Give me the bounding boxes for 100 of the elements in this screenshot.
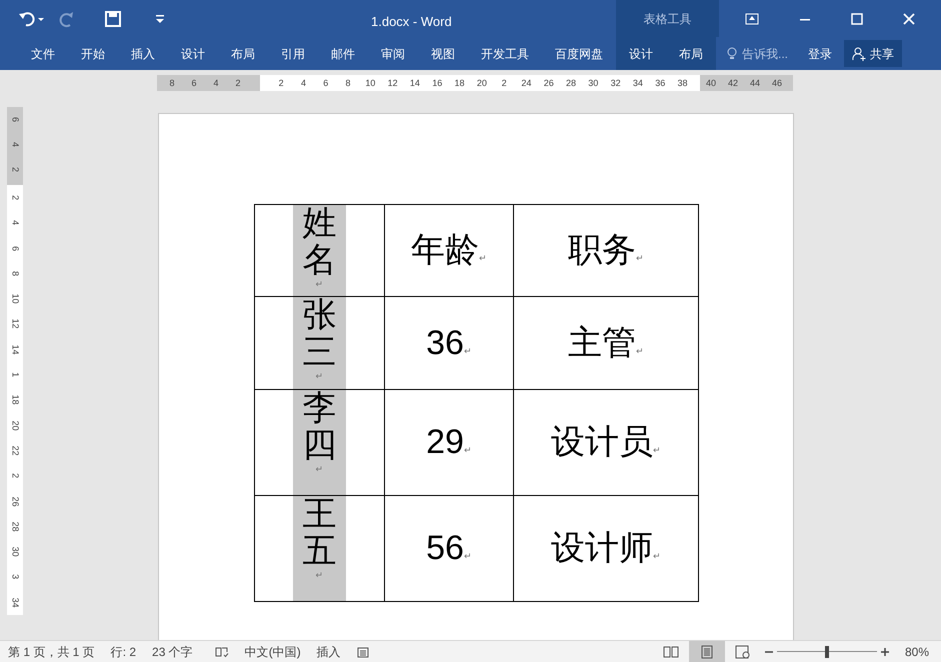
ruler-number: 6 (10, 116, 22, 124)
ruler-number: 26 (542, 76, 555, 90)
ruler-number: 1 (10, 371, 22, 380)
ribbon-tab[interactable]: 布局 (218, 37, 268, 70)
paragraph-mark: ↵ (479, 253, 487, 263)
table-cell: 29↵ (384, 390, 514, 496)
maximize-icon[interactable] (851, 12, 863, 24)
share-button[interactable]: 共享 (844, 40, 902, 67)
ruler-number: 12 (386, 76, 399, 90)
zoom-level[interactable]: 80% (892, 642, 941, 660)
ruler-number: 8 (10, 270, 22, 278)
window-title: 1.docx - Word (371, 13, 452, 31)
ruler-number: 24 (520, 76, 532, 90)
person-add-icon (852, 46, 866, 60)
ribbon-tab[interactable]: 插入 (118, 37, 168, 70)
ruler-number: 44 (748, 76, 761, 90)
zoom-slider[interactable] (776, 646, 877, 658)
ribbon-tab[interactable]: 开始 (68, 37, 118, 70)
ribbon-tab[interactable]: 邮件 (318, 37, 368, 70)
language[interactable]: 中文(中国) (244, 642, 301, 660)
ribbon-tab[interactable]: 引用 (268, 37, 318, 70)
ribbon-tab[interactable]: 审阅 (368, 37, 418, 70)
insert-mode[interactable]: 插入 (316, 642, 341, 660)
table-cell: 职务↵ (514, 204, 698, 296)
ruler-number: 4 (10, 219, 22, 228)
ruler-number: 20 (10, 419, 22, 432)
ruler-number: 14 (10, 343, 22, 356)
ruler-number: 3 (10, 574, 22, 582)
redo-icon[interactable] (58, 10, 76, 28)
table-cell: 年龄↵ (384, 204, 514, 296)
ribbon-tab[interactable]: 设计 (168, 37, 218, 70)
ruler-number: 8 (344, 76, 352, 90)
paragraph-mark: ↵ (316, 464, 324, 474)
cell-text: 王五 ↵ (293, 496, 346, 601)
table-cell: 设计员↵ (514, 390, 698, 496)
table-cell: 36↵ (384, 296, 514, 390)
print-layout-button[interactable] (688, 641, 725, 662)
paragraph-mark: ↵ (316, 280, 324, 289)
ruler-number: 2 (10, 166, 22, 174)
paragraph-mark: ↵ (653, 551, 661, 561)
sign-in-link[interactable]: 登录 (802, 37, 838, 70)
ruler-number: 2 (278, 76, 285, 90)
ribbon-tab[interactable]: 百度网盘 (542, 37, 616, 70)
ribbon-tab[interactable]: 文件 (18, 37, 68, 70)
ruler-number: 20 (476, 76, 488, 90)
context-group-label: 表格工具 (616, 0, 719, 37)
ruler-number: 28 (565, 76, 578, 90)
zoom-slider-thumb[interactable] (824, 646, 829, 658)
save-icon[interactable] (104, 10, 122, 28)
ruler-number: 2 (10, 194, 22, 202)
page-count[interactable]: 第 1 页，共 1 页 (8, 642, 95, 660)
proofing-icon[interactable] (214, 646, 229, 658)
paragraph-mark: ↵ (636, 253, 644, 263)
ruler-number: 22 (10, 444, 22, 458)
ruler-number: 26 (10, 495, 22, 508)
undo-icon[interactable] (18, 10, 46, 28)
ruler-number: 16 (431, 76, 444, 90)
ruler-number: 30 (10, 546, 22, 559)
ruler-number: 2 (234, 76, 242, 90)
ribbon-display-icon[interactable] (745, 12, 759, 24)
line-number[interactable]: 行: 2 (110, 642, 136, 660)
ruler-number: 8 (168, 76, 176, 90)
lightbulb-icon (726, 46, 738, 60)
ruler-number: 12 (10, 318, 22, 332)
paragraph-mark: ↵ (464, 551, 472, 561)
table-cell: 56↵ (384, 496, 514, 602)
paragraph-mark: ↵ (464, 346, 472, 356)
ruler-number: 46 (770, 76, 783, 90)
word-count[interactable]: 23 个字 (152, 642, 193, 660)
ruler-number: 4 (10, 140, 22, 149)
ruler-number: 28 (10, 520, 22, 534)
ruler-number: 2 (500, 76, 508, 90)
ribbon-tab[interactable]: 开发工具 (468, 37, 542, 70)
customize-toolbar-icon[interactable] (154, 12, 166, 24)
print-layout-icon (700, 644, 714, 658)
ruler-number: 34 (632, 76, 644, 90)
ruler-number: 18 (454, 76, 466, 90)
macro-icon[interactable] (356, 646, 369, 658)
close-icon[interactable] (903, 12, 915, 24)
ruler-number: 10 (364, 76, 376, 90)
ruler-number: 40 (704, 76, 717, 90)
ruler-number: 6 (322, 76, 330, 90)
ruler-number: 18 (10, 394, 22, 408)
paragraph-mark: ↵ (653, 445, 661, 455)
ruler-number: 30 (587, 76, 600, 90)
table-cell: 设计师↵ (514, 496, 698, 602)
ribbon-tab[interactable]: 设计 (616, 37, 666, 70)
paragraph-mark: ↵ (636, 346, 644, 356)
ruler-number: 42 (726, 76, 739, 90)
ribbon-tab[interactable]: 布局 (666, 37, 716, 70)
ruler-number: 6 (190, 76, 198, 90)
ribbon-tab[interactable]: 视图 (418, 37, 468, 70)
ruler-number: 4 (212, 76, 220, 90)
tell-me-field[interactable]: 告诉我... (742, 44, 788, 62)
paragraph-mark: ↵ (316, 372, 324, 381)
ruler-number: 36 (654, 76, 666, 90)
paragraph-mark: ↵ (464, 445, 472, 455)
cell-text: 张三 ↵ (293, 297, 346, 389)
ruler-number: 10 (10, 292, 22, 306)
ruler-number: 34 (10, 596, 22, 610)
